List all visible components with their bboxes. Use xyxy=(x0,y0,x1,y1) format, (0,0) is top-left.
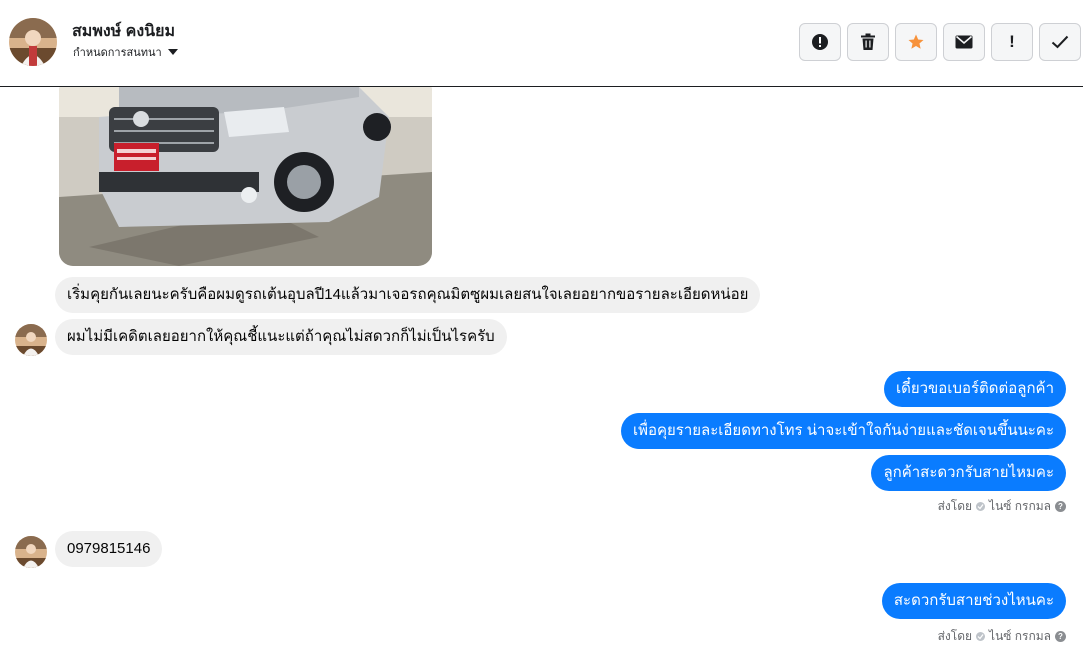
delete-button[interactable] xyxy=(847,23,889,61)
help-icon[interactable]: ? xyxy=(1055,631,1066,642)
contact-name[interactable]: สมพงษ์ คงนิยม xyxy=(72,19,175,44)
star-button[interactable] xyxy=(895,23,937,61)
sent-by-agent: ไนซ์ กรกมล xyxy=(989,629,1051,643)
caret-down-icon xyxy=(167,49,178,55)
trash-icon xyxy=(861,33,875,50)
star-icon xyxy=(908,34,924,49)
outgoing-message[interactable]: สะดวกรับสายช่วงไหนคะ xyxy=(881,583,1066,619)
verified-icon xyxy=(976,502,986,511)
avatar[interactable] xyxy=(15,536,47,568)
verified-icon xyxy=(976,632,986,641)
sent-by-label: ส่งโดย xyxy=(937,499,973,513)
envelope-icon xyxy=(955,35,973,49)
toolbar: ! xyxy=(799,23,1081,61)
outgoing-message[interactable]: เพื่อคุยรายละเอียดทางโทร น่าจะเข้าใจกันง… xyxy=(620,413,1066,449)
car-photo-attachment[interactable] xyxy=(59,87,432,266)
sent-by-info: ส่งโดย ไนซ์ กรกมล ? xyxy=(938,497,1066,516)
report-button[interactable] xyxy=(799,23,841,61)
check-icon xyxy=(1051,35,1069,49)
alert-circle-icon xyxy=(812,34,828,50)
avatar[interactable] xyxy=(9,18,57,66)
outgoing-message[interactable]: ลูกค้าสะดวกรับสายไหมคะ xyxy=(871,455,1066,491)
sent-by-agent: ไนซ์ กรกมล xyxy=(989,499,1051,513)
outgoing-message[interactable]: เดี๋ยวขอเบอร์ติดต่อลูกค้า xyxy=(883,371,1066,407)
conversation-schedule-dropdown[interactable]: กำหนดการสนทนา xyxy=(73,43,178,61)
important-button[interactable]: ! xyxy=(991,23,1033,61)
exclamation-icon: ! xyxy=(1009,32,1015,51)
schedule-label: กำหนดการสนทนา xyxy=(73,47,162,59)
avatar[interactable] xyxy=(15,324,47,356)
incoming-message[interactable]: เริ่มคุยกันเลยนะครับคือผมดูรถเต้นอุบลปี1… xyxy=(55,277,761,313)
mark-unread-button[interactable] xyxy=(943,23,985,61)
conversation-header: สมพงษ์ คงนิยม กำหนดการสนทนา ! xyxy=(0,0,1083,87)
help-icon[interactable]: ? xyxy=(1055,501,1066,512)
incoming-message[interactable]: ผมไม่มีเคดิตเลยอยากให้คุณชี้แนะแต่ถ้าคุณ… xyxy=(55,319,507,355)
sent-by-info: ส่งโดย ไนซ์ กรกมล ? xyxy=(938,627,1066,646)
mark-done-button[interactable] xyxy=(1039,23,1081,61)
incoming-message[interactable]: 0979815146 xyxy=(55,531,163,567)
message-thread: เริ่มคุยกันเลยนะครับคือผมดูรถเต้นอุบลปี1… xyxy=(0,87,1083,653)
sent-by-label: ส่งโดย xyxy=(937,629,973,643)
